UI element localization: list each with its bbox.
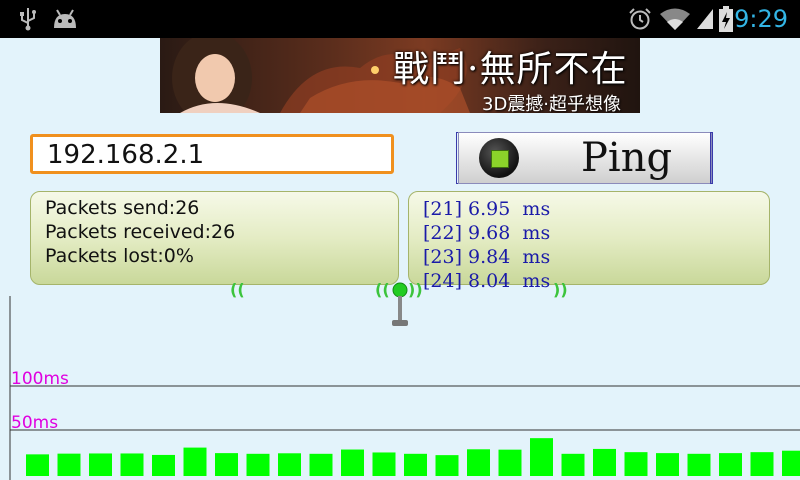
status-led-icon bbox=[479, 138, 519, 178]
latency-bar bbox=[719, 453, 742, 476]
latency-bar bbox=[624, 452, 648, 476]
clock: 9:29 bbox=[734, 5, 788, 33]
ping-button-label: Ping bbox=[581, 135, 673, 181]
ping-button[interactable]: Ping bbox=[458, 132, 712, 184]
packets-received: Packets received:26 bbox=[45, 221, 236, 243]
android-debug-icon bbox=[50, 0, 80, 38]
latency-bar bbox=[341, 449, 364, 476]
gridline-label: 50ms bbox=[11, 413, 58, 433]
latency-bar bbox=[215, 453, 238, 476]
result-line: [23] 9.84 ms bbox=[423, 246, 551, 268]
button-right-bracket bbox=[710, 132, 713, 184]
latency-bar bbox=[435, 455, 459, 476]
packets-lost: Packets lost:0% bbox=[45, 245, 194, 267]
latency-bar bbox=[467, 449, 490, 476]
latency-bar bbox=[372, 452, 396, 476]
result-line: [22] 9.68 ms bbox=[423, 222, 551, 244]
latency-bar bbox=[687, 453, 711, 476]
latency-bar bbox=[183, 447, 207, 476]
result-line: [24] 8.04 ms bbox=[423, 270, 551, 292]
latency-chart: 1000ms100ms50ms bbox=[9, 296, 800, 480]
latency-bar bbox=[782, 450, 800, 476]
latency-bar bbox=[120, 453, 144, 476]
usb-icon bbox=[14, 0, 42, 38]
latency-bar bbox=[309, 453, 333, 476]
gridline-label: 100ms bbox=[11, 369, 69, 389]
host-input[interactable] bbox=[30, 134, 394, 174]
battery-charging-icon bbox=[718, 0, 734, 38]
result-line: [21] 6.95 ms bbox=[423, 198, 551, 220]
results-panel: [21] 6.95 ms [22] 9.68 ms [23] 9.84 ms [… bbox=[408, 191, 770, 292]
ad-tagline: 3D震撼·超乎想像 bbox=[482, 94, 622, 113]
wifi-icon bbox=[658, 0, 692, 38]
signal-icon bbox=[694, 0, 716, 38]
latency-bar bbox=[246, 453, 270, 476]
latency-bar bbox=[498, 449, 522, 476]
latency-bar bbox=[404, 453, 427, 476]
latency-bar bbox=[593, 448, 616, 476]
stats-panel: Packets send:26 Packets received:26 Pack… bbox=[30, 191, 399, 285]
latency-bar bbox=[656, 453, 679, 476]
latency-bar bbox=[278, 453, 301, 476]
ad-banner[interactable]: 戰鬥·無所不在 3D震撼·超乎想像 bbox=[160, 38, 640, 113]
latency-bar bbox=[152, 454, 175, 476]
latency-bar bbox=[26, 454, 49, 476]
alarm-icon bbox=[626, 0, 654, 38]
latency-bar bbox=[750, 452, 774, 476]
latency-bar bbox=[561, 453, 585, 476]
ad-headline: 戰鬥·無所不在 bbox=[393, 49, 628, 90]
latency-bar bbox=[57, 453, 81, 476]
packets-sent: Packets send:26 bbox=[45, 197, 200, 219]
status-bar: 9:29 bbox=[0, 0, 800, 38]
latency-bar bbox=[530, 438, 553, 476]
latency-bar bbox=[89, 453, 112, 476]
